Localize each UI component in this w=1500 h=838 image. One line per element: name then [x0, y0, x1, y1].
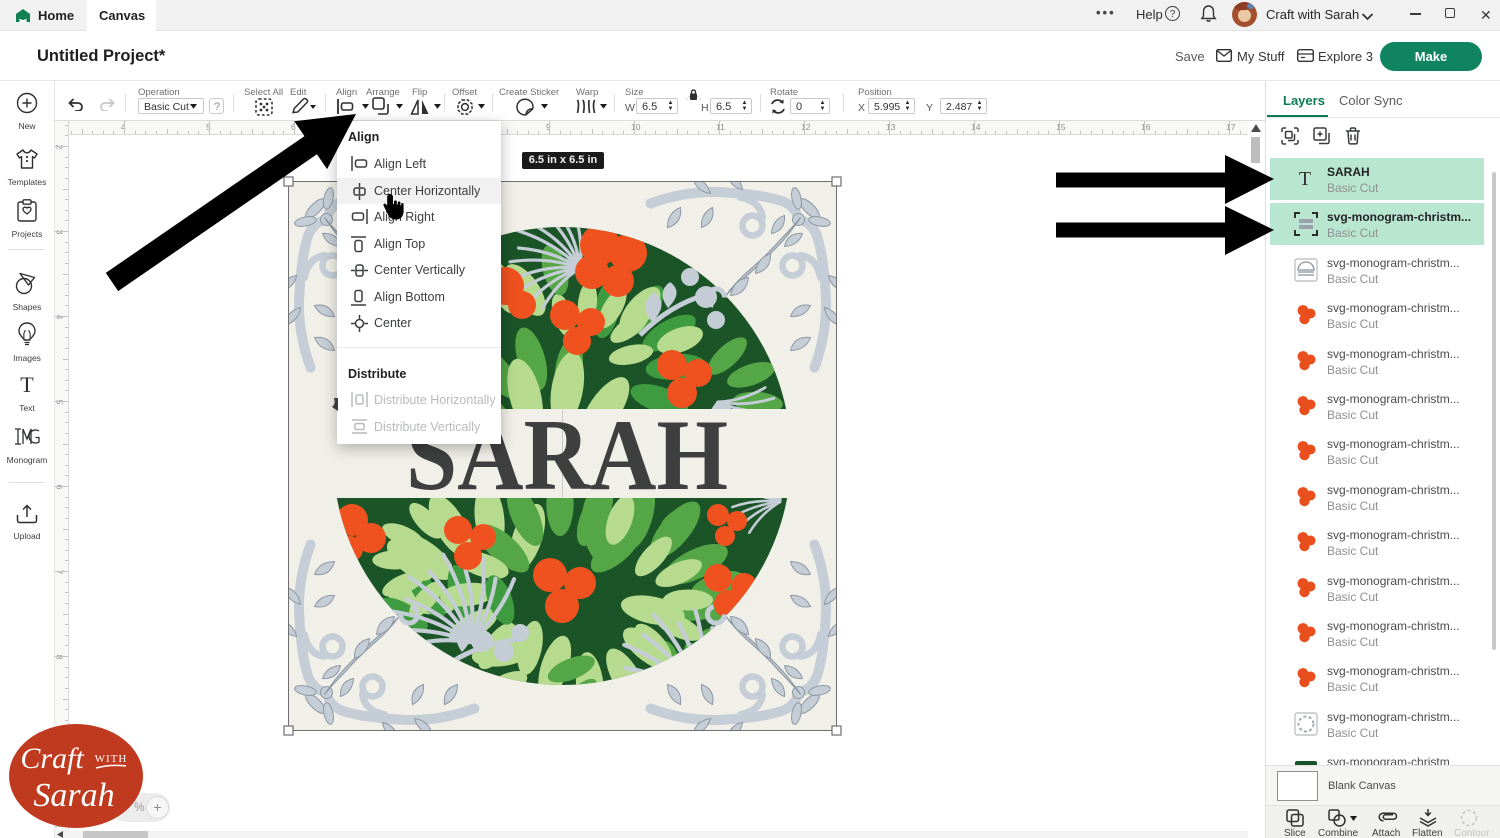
svg-text:WITH: WITH [95, 753, 128, 765]
svg-text:Sarah: Sarah [33, 777, 114, 814]
svg-text:Craft: Craft [20, 742, 84, 775]
